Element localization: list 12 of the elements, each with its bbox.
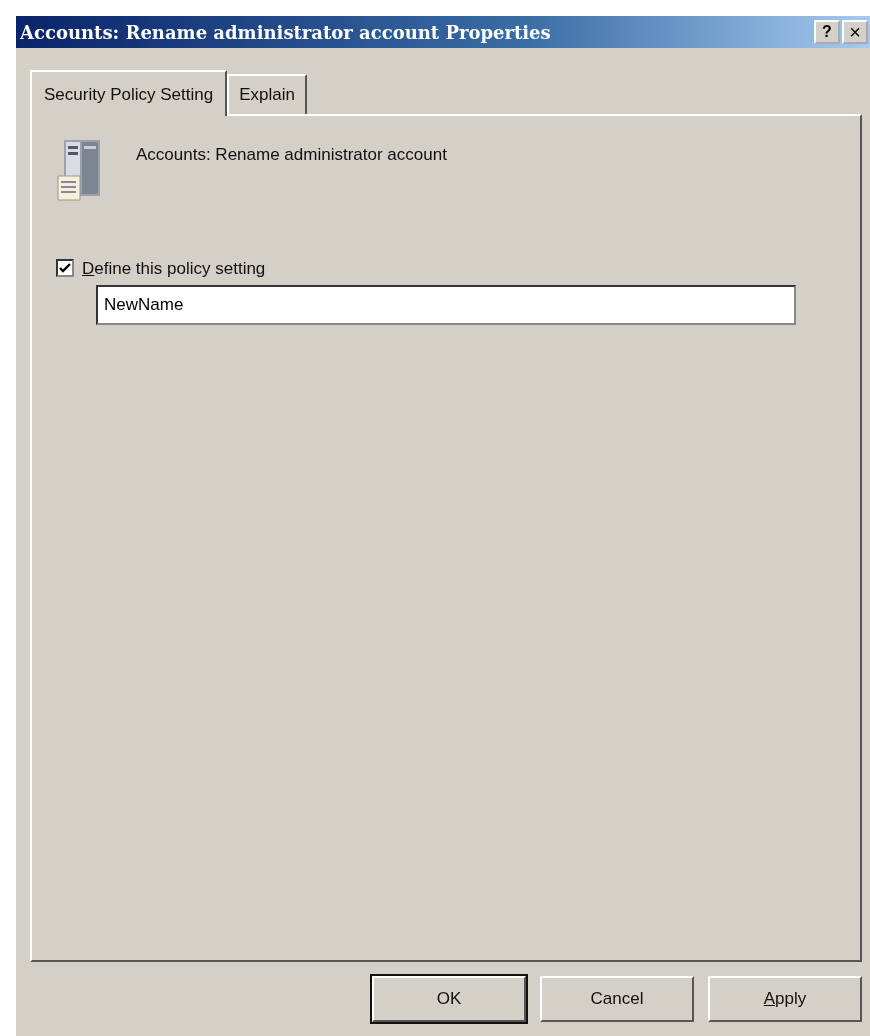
window-title: Accounts: Rename administrator account Properties bbox=[20, 20, 552, 45]
checkbox[interactable] bbox=[56, 259, 74, 278]
input-field[interactable]: NewName bbox=[96, 285, 796, 325]
dialog-button[interactable]: Cancel bbox=[540, 976, 694, 1022]
dialog-button[interactable]: OK bbox=[372, 976, 526, 1022]
tab[interactable]: Explain bbox=[227, 74, 307, 114]
close-button[interactable]: × bbox=[842, 20, 868, 44]
tab[interactable]: Security Policy Setting bbox=[30, 70, 228, 116]
help-button[interactable]: ? bbox=[814, 20, 840, 44]
dialog-button[interactable]: Apply bbox=[708, 976, 862, 1022]
checkbox-label[interactable]: Define this policy setting bbox=[82, 255, 266, 281]
policy-name: Accounts: Rename administrator account bbox=[136, 143, 447, 166]
